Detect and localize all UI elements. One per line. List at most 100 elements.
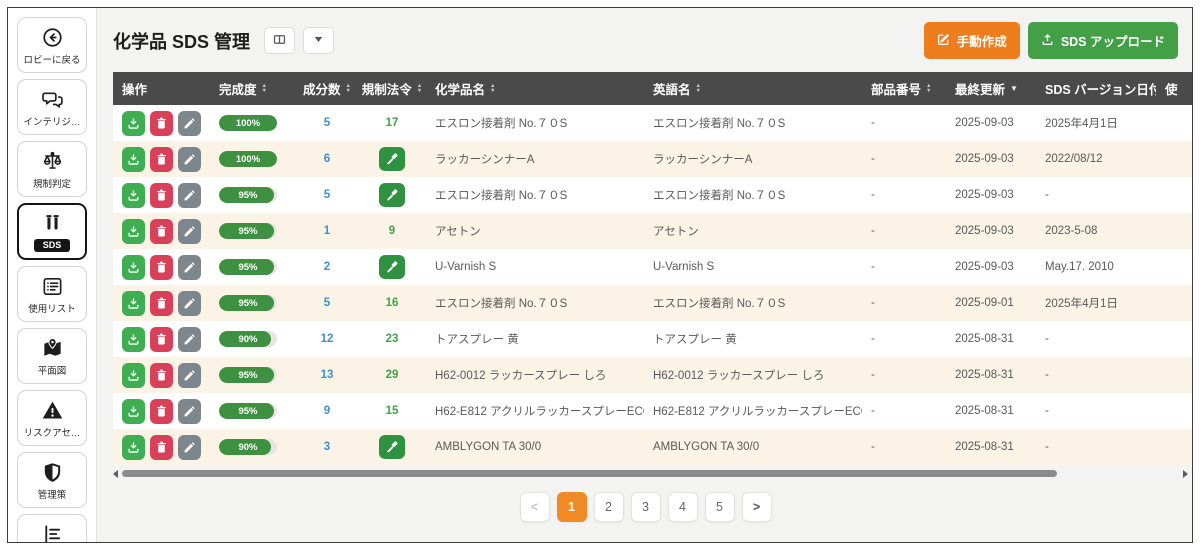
sidebar-item-lobby[interactable]: ロビーに戻る xyxy=(17,17,87,73)
components-count-link[interactable]: 12 xyxy=(321,333,334,345)
components-count[interactable]: 5 xyxy=(296,189,358,201)
components-count-link[interactable]: 5 xyxy=(324,297,330,309)
edit-button[interactable] xyxy=(178,398,201,424)
manual-create-button[interactable]: 手動作成 xyxy=(923,22,1020,59)
components-count-link[interactable]: 13 xyxy=(321,369,334,381)
edit-button[interactable] xyxy=(178,326,201,352)
download-button[interactable] xyxy=(122,434,145,460)
sidebar-item-intelligence[interactable]: インテリジ… xyxy=(17,79,87,135)
column-header-1[interactable]: 完成度 ▲ ▼ xyxy=(210,79,296,98)
delete-button[interactable] xyxy=(150,182,173,208)
edit-button[interactable] xyxy=(178,254,201,280)
table-row: 95% 9 15 H62-E812 アクリルラッカースプレーECO しろ H62-E81… xyxy=(113,393,1192,429)
components-count-link[interactable]: 5 xyxy=(324,189,330,201)
regulation-count[interactable]: 16 xyxy=(386,297,399,309)
edit-button[interactable] xyxy=(178,182,201,208)
sidebar-item-sds[interactable]: SDS xyxy=(17,203,87,260)
edit-button[interactable] xyxy=(178,362,201,388)
regulation-count[interactable]: 29 xyxy=(386,369,399,381)
components-count-link[interactable]: 6 xyxy=(324,153,330,165)
download-button[interactable] xyxy=(122,146,145,172)
column-header-7[interactable]: 最終更新 ▼ xyxy=(946,79,1036,98)
delete-button[interactable] xyxy=(150,146,173,172)
filter-button[interactable] xyxy=(303,27,335,54)
last-updated-text: 2025-08-31 xyxy=(955,333,1014,345)
components-count-link[interactable]: 1 xyxy=(324,225,330,237)
pagination-page-2[interactable]: 2 xyxy=(593,492,624,522)
download-button[interactable] xyxy=(122,218,145,244)
horizontal-scrollbar[interactable] xyxy=(113,468,1188,479)
sidebar-item-risk-assessment[interactable]: リスクアセ… xyxy=(17,390,87,446)
pagination-page-3[interactable]: 3 xyxy=(630,492,661,522)
edit-button[interactable] xyxy=(178,146,201,172)
delete-button[interactable] xyxy=(150,290,173,316)
pencil-icon xyxy=(183,333,196,346)
pencil-icon xyxy=(183,117,196,130)
regulation-judge-button[interactable] xyxy=(379,147,405,171)
pagination-prev-button[interactable]: < xyxy=(519,492,550,522)
components-count-link[interactable]: 9 xyxy=(324,405,330,417)
components-count[interactable]: 12 xyxy=(296,333,358,345)
components-count[interactable]: 3 xyxy=(296,441,358,453)
download-button[interactable] xyxy=(122,326,145,352)
column-header-3[interactable]: 規制法令 ▲ ▼ xyxy=(358,79,426,98)
components-count[interactable]: 2 xyxy=(296,261,358,273)
column-header-5[interactable]: 英語名 ▲ ▼ xyxy=(644,79,862,98)
delete-button[interactable] xyxy=(150,326,173,352)
pagination-page-1[interactable]: 1 xyxy=(556,492,587,522)
download-button[interactable] xyxy=(122,398,145,424)
regulation-count[interactable]: 23 xyxy=(386,333,399,345)
components-count[interactable]: 6 xyxy=(296,153,358,165)
sidebar-item-usage-list[interactable]: 使用リスト xyxy=(17,266,87,322)
components-count-link[interactable]: 5 xyxy=(324,117,330,129)
download-button[interactable] xyxy=(122,182,145,208)
scroll-right-arrow-icon[interactable] xyxy=(1183,469,1188,478)
regulation-count[interactable]: 15 xyxy=(386,405,399,417)
column-header-8[interactable]: SDS バージョン日付▲▼ xyxy=(1036,79,1156,98)
delete-button[interactable] xyxy=(150,254,173,280)
sds-upload-button[interactable]: SDS アップロード xyxy=(1027,22,1178,59)
download-button[interactable] xyxy=(122,110,145,136)
sidebar-item-regulation[interactable]: 規制判定 xyxy=(17,141,87,197)
download-button[interactable] xyxy=(122,254,145,280)
sidebar-item-floor-plan[interactable]: 平面図 xyxy=(17,328,87,384)
download-button[interactable] xyxy=(122,362,145,388)
edit-button[interactable] xyxy=(178,218,201,244)
sidebar-item-label: 平面図 xyxy=(37,366,67,377)
delete-button[interactable] xyxy=(150,218,173,244)
delete-button[interactable] xyxy=(150,434,173,460)
components-count-link[interactable]: 2 xyxy=(324,261,330,273)
regulation-count[interactable]: 17 xyxy=(386,117,399,129)
completion-cell: 95% xyxy=(210,367,296,383)
regulation-judge-button[interactable] xyxy=(379,435,405,459)
components-count[interactable]: 13 xyxy=(296,369,358,381)
components-count[interactable]: 9 xyxy=(296,405,358,417)
sidebar-item-stats-report[interactable]: 統計レポート xyxy=(17,514,87,542)
components-count-link[interactable]: 3 xyxy=(324,441,330,453)
regulation-judge-button[interactable] xyxy=(379,183,405,207)
column-header-6[interactable]: 部品番号 ▲ ▼ xyxy=(862,79,946,98)
pagination-page-5[interactable]: 5 xyxy=(704,492,735,522)
trash-icon xyxy=(155,225,168,238)
delete-button[interactable] xyxy=(150,362,173,388)
pagination-page-4[interactable]: 4 xyxy=(667,492,698,522)
scroll-left-arrow-icon[interactable] xyxy=(113,469,118,478)
delete-button[interactable] xyxy=(150,110,173,136)
edit-button[interactable] xyxy=(178,110,201,136)
sds-version-date-text: - xyxy=(1045,441,1049,453)
download-button[interactable] xyxy=(122,290,145,316)
components-count[interactable]: 1 xyxy=(296,225,358,237)
column-header-4[interactable]: 化学品名 ▲ ▼ xyxy=(426,79,644,98)
column-settings-button[interactable] xyxy=(264,27,296,54)
components-count[interactable]: 5 xyxy=(296,117,358,129)
delete-button[interactable] xyxy=(150,398,173,424)
regulation-count[interactable]: 9 xyxy=(389,225,395,237)
regulation-judge-button[interactable] xyxy=(379,255,405,279)
sidebar-item-controls[interactable]: 管理策 xyxy=(17,452,87,508)
edit-button[interactable] xyxy=(178,290,201,316)
edit-button[interactable] xyxy=(178,434,201,460)
column-header-2[interactable]: 成分数 ▲ ▼ xyxy=(296,79,358,98)
pagination-next-button[interactable]: > xyxy=(741,492,772,522)
components-count[interactable]: 5 xyxy=(296,297,358,309)
scrollbar-thumb[interactable] xyxy=(122,470,1058,477)
